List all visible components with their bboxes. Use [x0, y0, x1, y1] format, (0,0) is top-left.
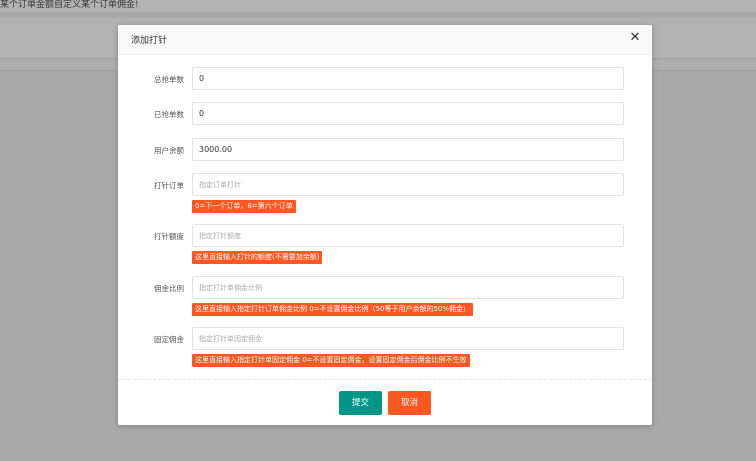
- injection-order-input[interactable]: [192, 173, 624, 196]
- field-label: 佣金比例: [154, 284, 184, 293]
- divider: [118, 379, 652, 380]
- field-hint: 0=下一个订单，6=第六个订单: [192, 200, 296, 213]
- add-injection-dialog: 添加打针 ✕ 总抢单数 已抢单数 用户余额 打针订单 0=下一个订单，6=第六个…: [118, 25, 652, 425]
- field-label: 固定佣金: [154, 335, 184, 344]
- field-label: 总抢单数: [154, 75, 184, 84]
- field-label: 已抢单数: [154, 110, 184, 119]
- field-label: 打针额度: [154, 232, 184, 241]
- total-orders-input[interactable]: [192, 67, 624, 90]
- dialog-title: 添加打针: [131, 36, 168, 46]
- grabbed-orders-input[interactable]: [192, 102, 624, 125]
- cancel-button[interactable]: 取消: [388, 391, 431, 415]
- field-hint: 这里直接输入指定打针单固定佣金 0=不设置固定佣金，设置固定佣金后佣金比例不生效: [192, 354, 470, 367]
- field-label: 用户余额: [154, 146, 184, 155]
- user-balance-input[interactable]: [192, 138, 624, 161]
- dialog-header: 添加打针 ✕: [118, 25, 652, 55]
- close-icon[interactable]: ✕: [628, 31, 642, 45]
- field-label: 打针订单: [154, 181, 184, 190]
- fixed-commission-input[interactable]: [192, 327, 624, 350]
- injection-amount-input[interactable]: [192, 224, 624, 247]
- submit-button[interactable]: 提交: [339, 391, 382, 415]
- commission-ratio-input[interactable]: [192, 276, 624, 299]
- field-hint: 这里直接输入指定打针订单佣金比例 0=不设置佣金比例（50等于用户余额的50%佣…: [192, 303, 474, 316]
- field-hint: 这里直接输入打针的额度(不需要加余额): [192, 251, 323, 264]
